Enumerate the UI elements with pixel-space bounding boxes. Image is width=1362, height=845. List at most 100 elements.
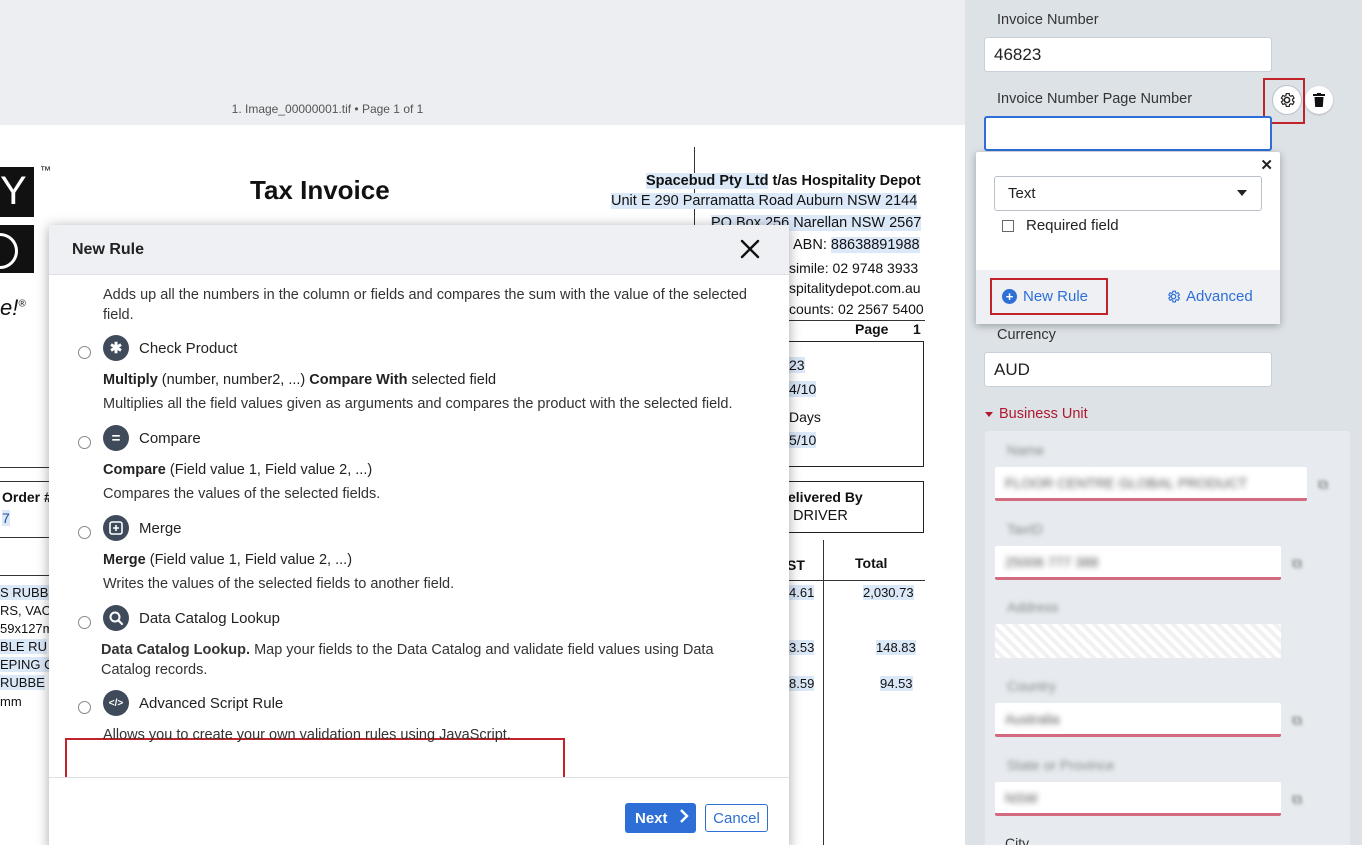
logo-tm: ™: [40, 165, 51, 177]
search-icon: [103, 605, 129, 631]
row-desc: RUBBE: [0, 675, 45, 690]
logo-tagline: e!®: [0, 295, 26, 320]
advanced-label: Advanced: [1186, 288, 1253, 305]
rule-description: Compares the values of the selected fiel…: [103, 486, 381, 502]
popover-footer: + New Rule Advanced: [976, 270, 1280, 324]
equals-icon: =: [103, 425, 129, 451]
bu-field-input[interactable]: Australia: [995, 703, 1281, 737]
rule-radio[interactable]: [78, 525, 91, 539]
required-checkbox[interactable]: [1002, 219, 1014, 232]
bu-field-input[interactable]: FLOOR CENTRE GLOBAL PRODUCT: [995, 467, 1307, 501]
dialog-header: New Rule: [49, 225, 789, 275]
bu-field-input[interactable]: [995, 624, 1281, 658]
rule-option-compare[interactable]: = Compare: [78, 424, 201, 452]
rule-list: Adds up all the numbers in the column or…: [49, 275, 789, 777]
supplier-address-1: Unit E 290 Parramatta Road Auburn NSW 21…: [611, 193, 918, 209]
rule-radio[interactable]: [78, 345, 91, 359]
invoice-number-label: Invoice Number: [997, 12, 1099, 28]
field-panel: Invoice Number 46823 Invoice Number Page…: [965, 0, 1362, 845]
rule-option-merge[interactable]: Merge: [78, 514, 182, 542]
rule-description: Writes the values of the selected fields…: [103, 576, 455, 592]
merge-icon: [103, 515, 129, 541]
rule-description: Adds up all the numbers in the column or…: [103, 287, 747, 323]
gear-icon[interactable]: [1272, 85, 1302, 115]
row-desc: RS, VAC: [0, 603, 52, 618]
ref-line-2: 4/10: [789, 381, 817, 397]
bu-field-input[interactable]: 25006 777 388: [995, 546, 1281, 580]
bu-field-label: State or Province: [1007, 757, 1115, 773]
supplier-fax: simile: 02 9748 3933: [789, 260, 919, 276]
row-desc: EPING C: [0, 657, 54, 672]
business-unit-label: Business Unit: [999, 406, 1088, 422]
currency-label: Currency: [997, 327, 1056, 343]
new-rule-dialog: New Rule Adds up all the numbers in the …: [49, 225, 789, 845]
page-number-label: Invoice Number Page Number: [997, 91, 1193, 107]
lookup-icon[interactable]: ⧉: [1292, 555, 1302, 572]
col-total: Total: [855, 555, 888, 571]
plus-circle-icon: +: [1002, 289, 1017, 304]
asterisk-icon: ✱: [103, 335, 129, 361]
bu-field-label: TaxID: [1007, 521, 1043, 537]
row-total: 2,030.73: [863, 585, 914, 600]
next-button[interactable]: Next: [625, 803, 696, 833]
row-gst: 8.59: [789, 676, 815, 691]
bu-field-label: Country: [1007, 678, 1057, 694]
bu-field-input[interactable]: NSW: [995, 782, 1281, 816]
close-icon[interactable]: ✕: [1260, 156, 1273, 174]
advanced-button[interactable]: Advanced: [1166, 288, 1253, 305]
col-gst: ST: [787, 557, 805, 573]
field-type-value: Text: [1008, 185, 1036, 202]
row-gst: 4.61: [789, 585, 815, 600]
cancel-button[interactable]: Cancel: [705, 804, 768, 832]
rule-name: Compare: [139, 429, 201, 447]
delivered-value: DRIVER: [793, 508, 848, 524]
rule-name: Merge: [139, 519, 182, 537]
code-icon: </>: [103, 690, 129, 716]
field-type-select[interactable]: Text: [994, 176, 1262, 211]
new-rule-label: New Rule: [1023, 288, 1089, 305]
rule-option-data-catalog-lookup[interactable]: Data Catalog Lookup: [78, 604, 280, 632]
dialog-footer: Next Cancel: [49, 777, 789, 845]
row-desc: mm: [0, 694, 22, 709]
delivered-label: elivered By: [788, 489, 863, 505]
row-desc: BLE RU: [0, 639, 47, 654]
business-unit-toggle[interactable]: Business Unit: [985, 406, 1088, 422]
rule-radio[interactable]: [78, 615, 91, 629]
close-icon[interactable]: [739, 238, 761, 260]
bu-field-label: Address: [1007, 599, 1059, 615]
page-value: 1: [913, 321, 921, 337]
rule-radio[interactable]: [78, 435, 91, 449]
row-total: 148.83: [876, 640, 916, 655]
caret-down-icon: [985, 411, 993, 417]
doc-rule: [0, 481, 50, 482]
rule-option-check-product[interactable]: ✱ Check Product: [78, 334, 237, 362]
rule-radio[interactable]: [78, 700, 91, 714]
new-rule-button[interactable]: + New Rule: [1002, 288, 1088, 305]
city-label: City: [1005, 835, 1030, 845]
required-field-option[interactable]: Required field: [1002, 217, 1119, 234]
lookup-icon[interactable]: ⧉: [1292, 712, 1302, 729]
required-label: Required field: [1026, 217, 1119, 234]
order-label: Order #: [2, 489, 52, 505]
rule-description: Allows you to create your own validation…: [103, 727, 511, 743]
trash-icon[interactable]: [1305, 86, 1333, 114]
lookup-icon[interactable]: ⧉: [1292, 791, 1302, 808]
field-settings-popover: ✕ Text Required field + New Rule Advance…: [976, 152, 1280, 324]
invoice-title: Tax Invoice: [250, 175, 390, 205]
doc-rule: [0, 537, 50, 538]
rule-name: Advanced Script Rule: [139, 694, 284, 712]
currency-input[interactable]: AUD: [984, 352, 1272, 387]
doc-col-line: [823, 540, 824, 845]
supplier-name: Spacebud Pty Ltd t/as Hospitality Depot: [646, 173, 921, 189]
page-number-input[interactable]: [984, 116, 1272, 151]
supplier-abn: ABN: 88638891988: [793, 237, 920, 253]
rule-syntax: Compare (Field value 1, Field value 2, .…: [103, 462, 373, 478]
doc-rule: [0, 575, 50, 576]
page-label: Page: [855, 321, 889, 337]
supplier-accounts: counts: 02 2567 5400: [789, 301, 924, 317]
row-gst: 3.53: [789, 640, 815, 655]
next-label: Next: [635, 809, 668, 827]
lookup-icon[interactable]: ⧉: [1318, 476, 1328, 493]
rule-option-advanced-script[interactable]: </> Advanced Script Rule: [78, 689, 283, 717]
invoice-number-input[interactable]: 46823: [984, 37, 1272, 72]
